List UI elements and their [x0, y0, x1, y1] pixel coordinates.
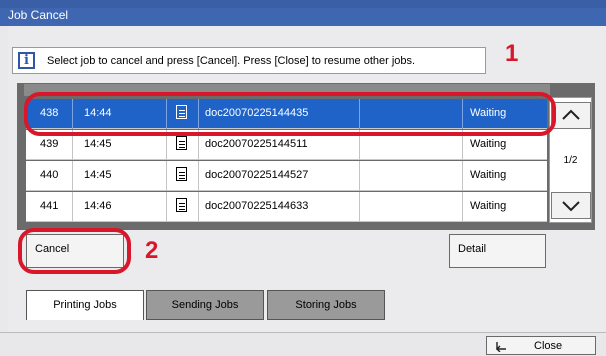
job-cancel-screen: Job Cancel i Select job to cancel and pr…	[0, 0, 606, 356]
title-bar: Job Cancel	[0, 0, 606, 26]
job-number: 439	[40, 138, 59, 150]
callout-1: 1	[505, 40, 519, 67]
message-box: i Select job to cancel and press [Cancel…	[12, 47, 486, 74]
job-time: 14:45	[84, 169, 112, 181]
chevron-down-icon	[562, 201, 580, 212]
instruction-message: Select job to cancel and press [Cancel].…	[47, 55, 416, 67]
job-number: 441	[40, 200, 59, 212]
info-icon: i	[18, 52, 35, 69]
tab-bar: Printing Jobs Sending Jobs Storing Jobs	[17, 290, 595, 320]
job-row[interactable]: 440 14:45 doc20070225144527 Waiting	[26, 161, 547, 191]
job-status: Waiting	[470, 169, 507, 181]
page-indicator: 1/2	[563, 155, 578, 166]
job-time: 14:45	[84, 138, 112, 150]
job-time: 14:46	[84, 200, 112, 212]
detail-button[interactable]: Detail	[449, 234, 546, 268]
scroll-down-button[interactable]	[551, 192, 591, 219]
highlight-ring-cancel	[18, 228, 131, 274]
doc-icon	[176, 167, 187, 184]
job-number: 440	[40, 169, 59, 181]
tab-printing-jobs[interactable]: Printing Jobs	[26, 290, 144, 320]
chevron-up-icon	[562, 109, 580, 120]
bottom-bar: Close	[0, 332, 606, 356]
job-name: doc20070225144527	[205, 169, 309, 181]
close-label: Close	[534, 340, 563, 352]
job-status: Waiting	[470, 138, 507, 150]
tab-storing-jobs[interactable]: Storing Jobs	[267, 290, 385, 320]
callout-2: 2	[145, 237, 159, 264]
window-title: Job Cancel	[8, 8, 69, 22]
tab-sending-jobs[interactable]: Sending Jobs	[146, 290, 264, 320]
doc-icon	[176, 136, 187, 153]
close-button[interactable]: Close	[486, 336, 596, 355]
job-name: doc20070225144511	[205, 138, 308, 150]
doc-icon	[176, 198, 187, 215]
highlight-ring-selected-row	[24, 92, 556, 136]
enter-icon	[496, 342, 506, 352]
job-row[interactable]: 441 14:46 doc20070225144633 Waiting	[26, 192, 547, 222]
scroll-up-button[interactable]	[551, 102, 591, 129]
job-name: doc20070225144633	[205, 200, 309, 212]
job-status: Waiting	[470, 200, 507, 212]
